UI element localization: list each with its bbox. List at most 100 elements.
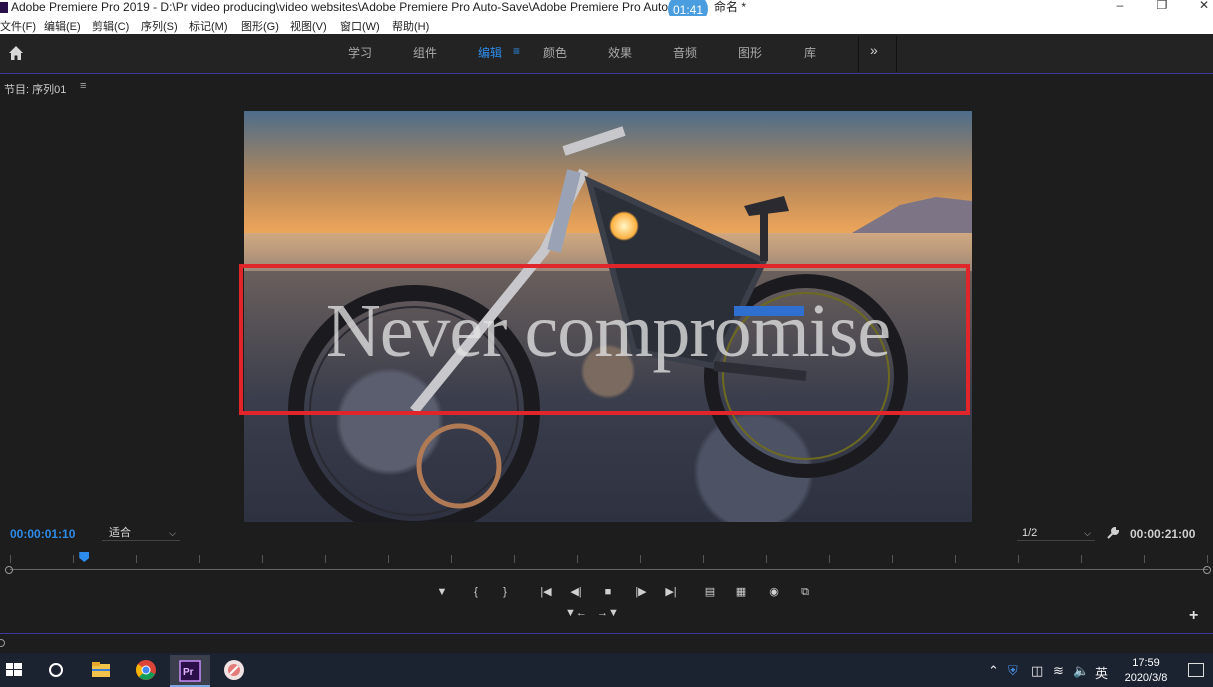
wrench-icon[interactable] [1106,526,1120,540]
time-ruler[interactable] [0,551,1213,573]
button-editor-plus-icon[interactable]: + [1189,607,1198,625]
insert-button[interactable]: ▤ [699,582,721,602]
menu-help[interactable]: 帮助(H) [392,18,429,34]
zoom-select[interactable]: 适合 ⌵ [102,525,180,541]
tab-editing[interactable]: 编辑 [478,44,502,61]
ruler-tick [1018,555,1019,563]
windows-taskbar: Pr ⌃ ⛨ ◫ ≋ 🔈 英 17:59 2020/3/8 [0,653,1213,687]
menu-marker[interactable]: 标记(M) [189,18,228,34]
tab-audio[interactable]: 音频 [673,44,697,61]
menu-file[interactable]: 文件(F) [0,18,36,34]
tab-effects[interactable]: 效果 [608,44,632,61]
program-monitor-panel: 节目: 序列01 ≡ Never compromise 00:00:01:10 … [0,75,1213,635]
step-forward-button[interactable]: |▶ [630,582,652,602]
tab-graphics[interactable]: 图形 [738,44,762,61]
ruler-tick [577,555,578,563]
tab-learning[interactable]: 学习 [348,44,372,61]
window-title-text: Adobe Premiere Pro 2019 - D:\Pr video pr… [11,0,669,14]
workspace-divider [896,36,897,72]
premiere-app-icon [0,2,8,13]
go-to-in-button[interactable]: |◀ [535,582,557,602]
scroll-handle[interactable] [0,639,5,647]
ime-indicator[interactable]: 英 [1095,663,1108,682]
ruler-tick [514,555,515,563]
ruler-tick [388,555,389,563]
ruler-tick [1207,555,1208,563]
ruler-tick [829,555,830,563]
camera-icon[interactable]: ◉ [763,582,785,602]
tab-assembly[interactable]: 组件 [413,44,437,61]
menu-graphics[interactable]: 图形(G) [241,18,279,34]
menu-clip[interactable]: 剪辑(C) [92,18,129,34]
minimize-icon[interactable]: – [1110,0,1130,12]
menu-edit[interactable]: 编辑(E) [44,18,81,34]
window-titlebar: Adobe Premiere Pro 2019 - D:\Pr video pr… [0,0,1213,24]
system-clock[interactable]: 17:59 2020/3/8 [1120,656,1172,686]
tab-libraries[interactable]: 库 [804,44,816,61]
volume-icon[interactable]: 🔈 [1073,663,1089,679]
ruler-tick [136,555,137,563]
extract-button[interactable]: →▼ [597,604,619,622]
tab-color[interactable]: 颜色 [543,44,567,61]
home-icon[interactable] [8,45,24,61]
window-title-suffix: 命名 * [714,0,747,14]
workspace-divider [858,36,859,72]
close-icon[interactable]: ✕ [1194,0,1213,12]
ruler-tick [955,555,956,563]
bottom-scrollbar[interactable] [0,633,1213,653]
zoom-select-value: 适合 [109,527,131,539]
ruler-tick [262,555,263,563]
duration-timecode: 00:00:21:00 [1130,527,1196,541]
ruler-tick [451,555,452,563]
stop-button[interactable]: ■ [597,582,619,602]
mark-out-button[interactable]: } [494,582,516,602]
restore-icon[interactable]: ❐ [1152,0,1172,12]
ruler-tick [1144,555,1145,563]
svg-text:Pr: Pr [183,667,194,678]
ruler-tick [640,555,641,563]
cortana-search-icon[interactable] [44,658,68,682]
ruler-tick [1081,555,1082,563]
add-marker-button[interactable]: ▼ [431,582,453,602]
menubar: 文件(F) 编辑(E) 剪辑(C) 序列(S) 标记(M) 图形(G) 视图(V… [0,16,1213,34]
mark-in-button[interactable]: { [465,582,487,602]
clock-time: 17:59 [1132,657,1160,669]
tray-expand-icon[interactable]: ⌃ [988,663,999,679]
go-to-out-button[interactable]: ▶| [660,582,682,602]
overwrite-button[interactable]: ▦ [730,582,752,602]
menu-sequence[interactable]: 序列(S) [141,18,178,34]
step-back-button[interactable]: ◀| [565,582,587,602]
wifi-icon[interactable]: ≋ [1053,663,1064,679]
ruler-tick [325,555,326,563]
panel-title[interactable]: 节目: 序列01 [4,81,66,97]
menu-view[interactable]: 视图(V) [290,18,327,34]
battery-icon[interactable]: ◫ [1031,663,1043,679]
security-shield-icon[interactable]: ⛨ [1008,663,1018,679]
notification-center-icon[interactable] [1188,663,1204,677]
workspace-menu-icon[interactable]: ≡ [513,44,520,58]
resolution-select[interactable]: 1/2 ⌵ [1017,525,1095,541]
media-player-icon[interactable] [222,658,246,682]
text-highlight-box [239,264,970,415]
menu-window[interactable]: 窗口(W) [340,18,380,34]
transport-controls: ▼ { } |◀ ◀| ■ |▶ ▶| ▤ ▦ ◉ ⧉ ▼← →▼ [0,582,1213,622]
scrub-end-handle[interactable] [1203,566,1211,574]
clock-date: 2020/3/8 [1124,672,1168,684]
ruler-tick [703,555,704,563]
ruler-tick [199,555,200,563]
file-explorer-icon[interactable] [89,658,113,682]
panel-menu-icon[interactable]: ≡ [80,80,86,92]
premiere-taskbar-button[interactable]: Pr [170,655,210,687]
lift-button[interactable]: ▼← [565,604,587,622]
ruler-tick [892,555,893,563]
windows-start-icon[interactable] [2,658,26,682]
ruler-tick [73,555,74,563]
current-timecode[interactable]: 00:00:01:10 [10,527,75,541]
premiere-pro-icon: Pr [179,660,201,682]
chrome-icon[interactable] [134,658,158,682]
scrub-start-handle[interactable] [5,566,13,574]
more-workspaces-icon[interactable]: » [870,42,878,58]
resolution-select-value: 1/2 [1022,527,1038,539]
scrub-line [10,569,1208,570]
compare-view-button[interactable]: ⧉ [794,582,816,602]
